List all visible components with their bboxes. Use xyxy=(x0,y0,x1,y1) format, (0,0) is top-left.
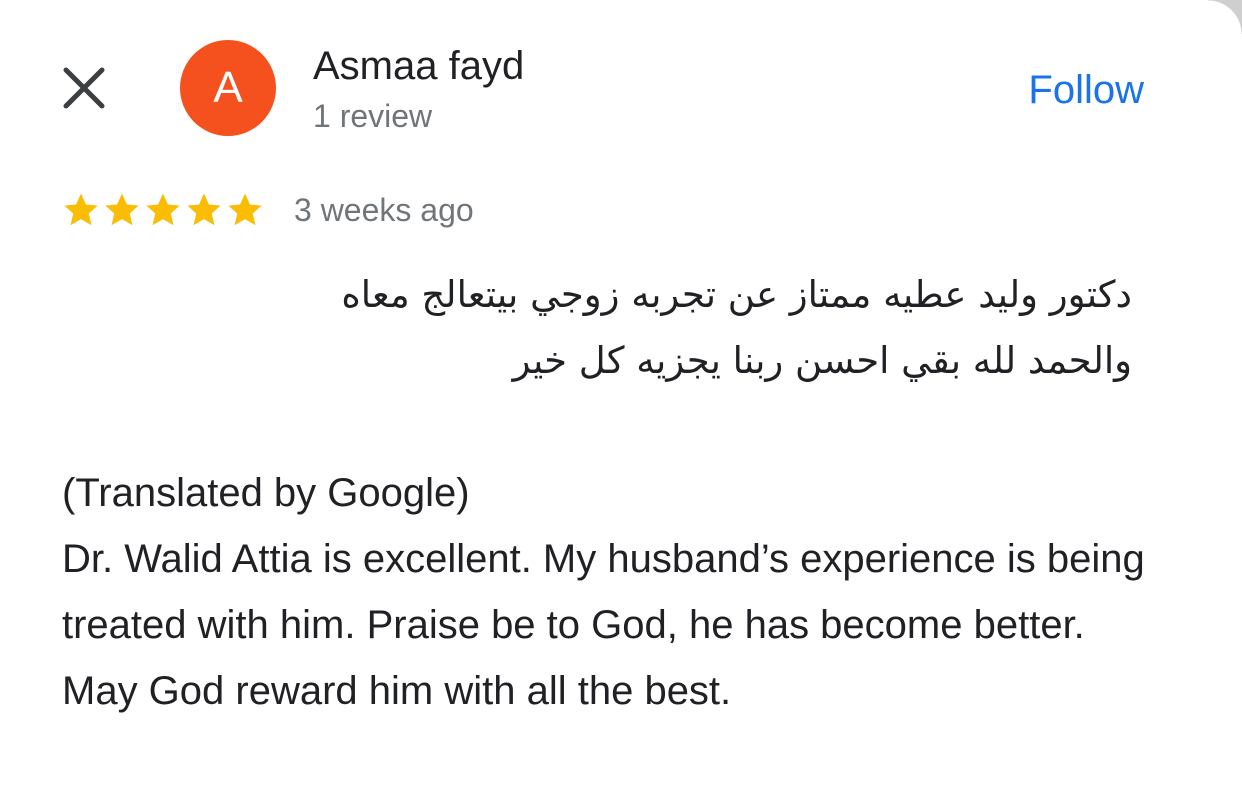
star-icon xyxy=(146,193,180,226)
rating-row: 3 weeks ago xyxy=(62,186,474,234)
follow-button[interactable]: Follow xyxy=(1028,66,1144,114)
star-icon xyxy=(187,193,221,226)
avatar-initial: A xyxy=(213,63,243,112)
review-count: 1 review xyxy=(313,98,433,134)
reviewer-header: A Asmaa fayd 1 review Follow xyxy=(0,36,1242,140)
star-icon xyxy=(105,193,139,226)
original-review-text: دكتور وليد عطيه ممتاز عن تجربه زوجي بيتع… xyxy=(341,273,1132,382)
star-rating xyxy=(62,191,264,229)
translated-review-text: Dr. Walid Attia is excellent. My husband… xyxy=(62,537,1145,713)
review-date: 3 weeks ago xyxy=(294,192,474,228)
star-icon xyxy=(228,193,262,226)
translation-label: (Translated by Google) xyxy=(62,471,470,515)
star-icon xyxy=(64,193,98,226)
avatar[interactable]: A xyxy=(180,40,276,136)
close-icon xyxy=(63,67,105,109)
user-info: Asmaa fayd 1 review xyxy=(313,42,524,136)
screen-corner xyxy=(1208,0,1242,34)
review-body: دكتور وليد عطيه ممتاز عن تجربه زوجي بيتع… xyxy=(62,262,1182,724)
user-name[interactable]: Asmaa fayd xyxy=(313,42,524,90)
close-button[interactable] xyxy=(54,58,114,118)
